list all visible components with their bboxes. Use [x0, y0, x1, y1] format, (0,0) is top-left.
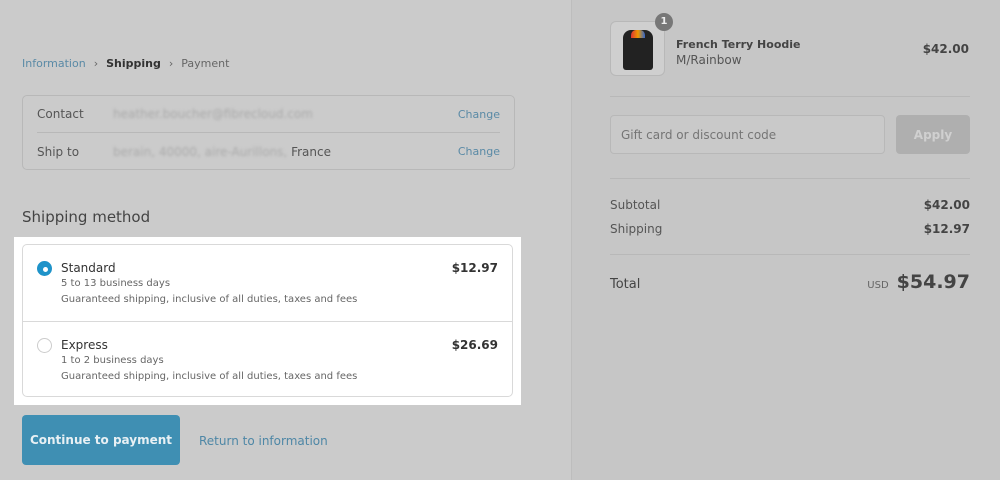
- continue-to-payment-button[interactable]: Continue to payment: [22, 415, 180, 465]
- product-variant: M/Rainbow: [676, 53, 742, 67]
- review-box: Contact heather.boucher@fibrecloud.com C…: [22, 95, 515, 170]
- ship-to-label: Ship to: [37, 144, 80, 159]
- shipping-option-express[interactable]: Express 1 to 2 business days Guaranteed …: [23, 321, 512, 397]
- change-address-link[interactable]: Change: [458, 145, 500, 158]
- subtotal-row: Subtotal $42.00: [610, 198, 970, 212]
- shipping-highlight: Standard 5 to 13 business days Guarantee…: [14, 237, 521, 405]
- order-summary: 1 French Terry Hoodie M/Rainbow $42.00 A…: [571, 0, 1000, 480]
- currency-code: USD: [867, 280, 889, 291]
- shipping-option-standard[interactable]: Standard 5 to 13 business days Guarantee…: [23, 245, 512, 321]
- option-note: Guaranteed shipping, inclusive of all du…: [61, 294, 358, 305]
- product-price: $42.00: [922, 42, 969, 56]
- shipping-row: Shipping $12.97: [610, 222, 970, 236]
- breadcrumb: Information › Shipping › Payment: [22, 57, 229, 70]
- total-row: Total USD $54.97: [610, 271, 970, 293]
- radio-selected[interactable]: [37, 261, 52, 276]
- product-name: French Terry Hoodie: [676, 38, 801, 51]
- divider: [610, 254, 970, 255]
- chevron-right-icon: ›: [93, 57, 99, 70]
- discount-code-input[interactable]: [610, 115, 885, 154]
- shipping-label: Shipping: [610, 222, 663, 236]
- return-to-information-link[interactable]: Return to information: [199, 434, 328, 448]
- hoodie-image: [623, 30, 653, 70]
- ship-to-address: berain, 40000, aire-Aurillons,: [113, 144, 288, 159]
- option-days: 1 to 2 business days: [61, 355, 164, 366]
- option-note: Guaranteed shipping, inclusive of all du…: [61, 371, 358, 382]
- shipping-method-heading: Shipping method: [22, 208, 151, 226]
- quantity-badge: 1: [655, 13, 673, 31]
- breadcrumb-payment: Payment: [181, 57, 230, 70]
- option-name: Express: [61, 338, 108, 352]
- shipping-options: Standard 5 to 13 business days Guarantee…: [22, 244, 513, 397]
- contact-label: Contact: [37, 107, 84, 121]
- option-days: 5 to 13 business days: [61, 278, 171, 289]
- ship-to-country: France: [291, 144, 331, 159]
- total-label: Total: [610, 277, 641, 292]
- divider: [610, 178, 970, 179]
- radio-unselected[interactable]: [37, 338, 52, 353]
- subtotal-value: $42.00: [923, 198, 970, 212]
- option-price: $12.97: [451, 261, 498, 275]
- ship-to-row: Ship to berain, 40000, aire-Aurillons, F…: [37, 133, 500, 170]
- total-value: $54.97: [896, 271, 970, 293]
- option-price: $26.69: [451, 338, 498, 352]
- contact-value: heather.boucher@fibrecloud.com: [113, 107, 313, 121]
- breadcrumb-information[interactable]: Information: [22, 57, 86, 70]
- divider: [610, 96, 970, 97]
- checkout-main: Information › Shipping › Payment Contact…: [0, 0, 571, 480]
- apply-button[interactable]: Apply: [896, 115, 970, 154]
- change-contact-link[interactable]: Change: [458, 108, 500, 121]
- product-thumbnail: [610, 21, 665, 76]
- option-name: Standard: [61, 261, 116, 275]
- contact-row: Contact heather.boucher@fibrecloud.com C…: [37, 96, 500, 133]
- breadcrumb-shipping: Shipping: [106, 57, 161, 70]
- subtotal-label: Subtotal: [610, 198, 661, 212]
- chevron-right-icon: ›: [168, 57, 174, 70]
- shipping-value: $12.97: [923, 222, 970, 236]
